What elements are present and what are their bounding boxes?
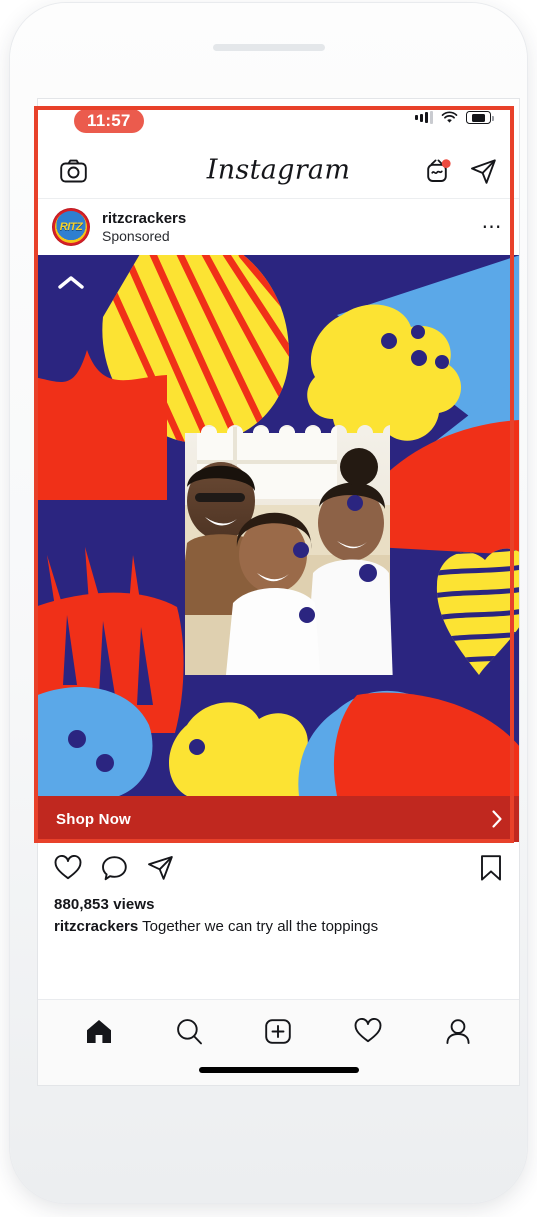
post-action-bar	[38, 842, 519, 894]
ad-creative-image[interactable]	[38, 255, 519, 796]
post-account-name: ritzcrackers	[102, 209, 187, 227]
post-caption-area: 880,853 views ritzcrackers Together we c…	[38, 894, 519, 935]
post-caption: ritzcrackers Together we can try all the…	[54, 918, 503, 935]
camera-icon[interactable]	[60, 159, 87, 183]
sidebar-item-create[interactable]	[264, 1018, 292, 1045]
shop-now-cta[interactable]: Shop Now	[38, 796, 519, 842]
sidebar-item-activity[interactable]	[354, 1018, 382, 1044]
sidebar-item-home[interactable]	[85, 1018, 113, 1045]
wifi-icon	[441, 111, 458, 124]
chevron-right-icon[interactable]	[491, 809, 503, 829]
status-time: 11:57	[74, 109, 144, 133]
earpiece-speaker	[212, 44, 325, 51]
cta-label: Shop Now	[56, 810, 131, 828]
avatar-wordmark: RITZ	[59, 221, 83, 233]
phone-screen: 11:57 Instagram RITZ ritzcrackers Sponso…	[37, 98, 520, 1086]
home-indicator-bar	[198, 1067, 359, 1073]
instagram-top-bar: Instagram	[38, 143, 519, 199]
instagram-wordmark: Instagram	[206, 153, 351, 185]
cellular-signal-icon	[415, 111, 433, 124]
igtv-icon[interactable]	[426, 158, 452, 184]
phone-device-frame: 11:57 Instagram RITZ ritzcrackers Sponso…	[10, 3, 527, 1203]
more-options-icon[interactable]: ⋯	[482, 217, 504, 237]
status-bar: 11:57	[38, 99, 519, 143]
direct-message-icon[interactable]	[470, 158, 497, 184]
battery-icon	[466, 111, 494, 124]
caption-author[interactable]: ritzcrackers	[54, 918, 138, 935]
post-account-block[interactable]: ritzcrackers Sponsored	[102, 210, 186, 244]
chevron-up-icon[interactable]	[56, 273, 86, 293]
ritz-brand-avatar[interactable]: RITZ	[52, 208, 90, 246]
sidebar-item-profile[interactable]	[444, 1018, 472, 1045]
view-count: 880,853 views	[54, 896, 155, 913]
bottom-tab-bar	[38, 999, 519, 1085]
heart-icon[interactable]	[54, 855, 82, 881]
bookmark-icon[interactable]	[479, 854, 503, 882]
share-paper-plane-icon[interactable]	[147, 855, 174, 881]
caption-text: Together we can try all the toppings	[142, 918, 379, 935]
ad-creative-artwork	[38, 255, 519, 796]
comment-bubble-icon[interactable]	[101, 855, 128, 881]
post-header: RITZ ritzcrackers Sponsored ⋯	[38, 199, 519, 255]
sidebar-item-search[interactable]	[175, 1018, 203, 1045]
status-indicators	[415, 111, 494, 124]
post-sponsored-label: Sponsored	[102, 228, 170, 245]
